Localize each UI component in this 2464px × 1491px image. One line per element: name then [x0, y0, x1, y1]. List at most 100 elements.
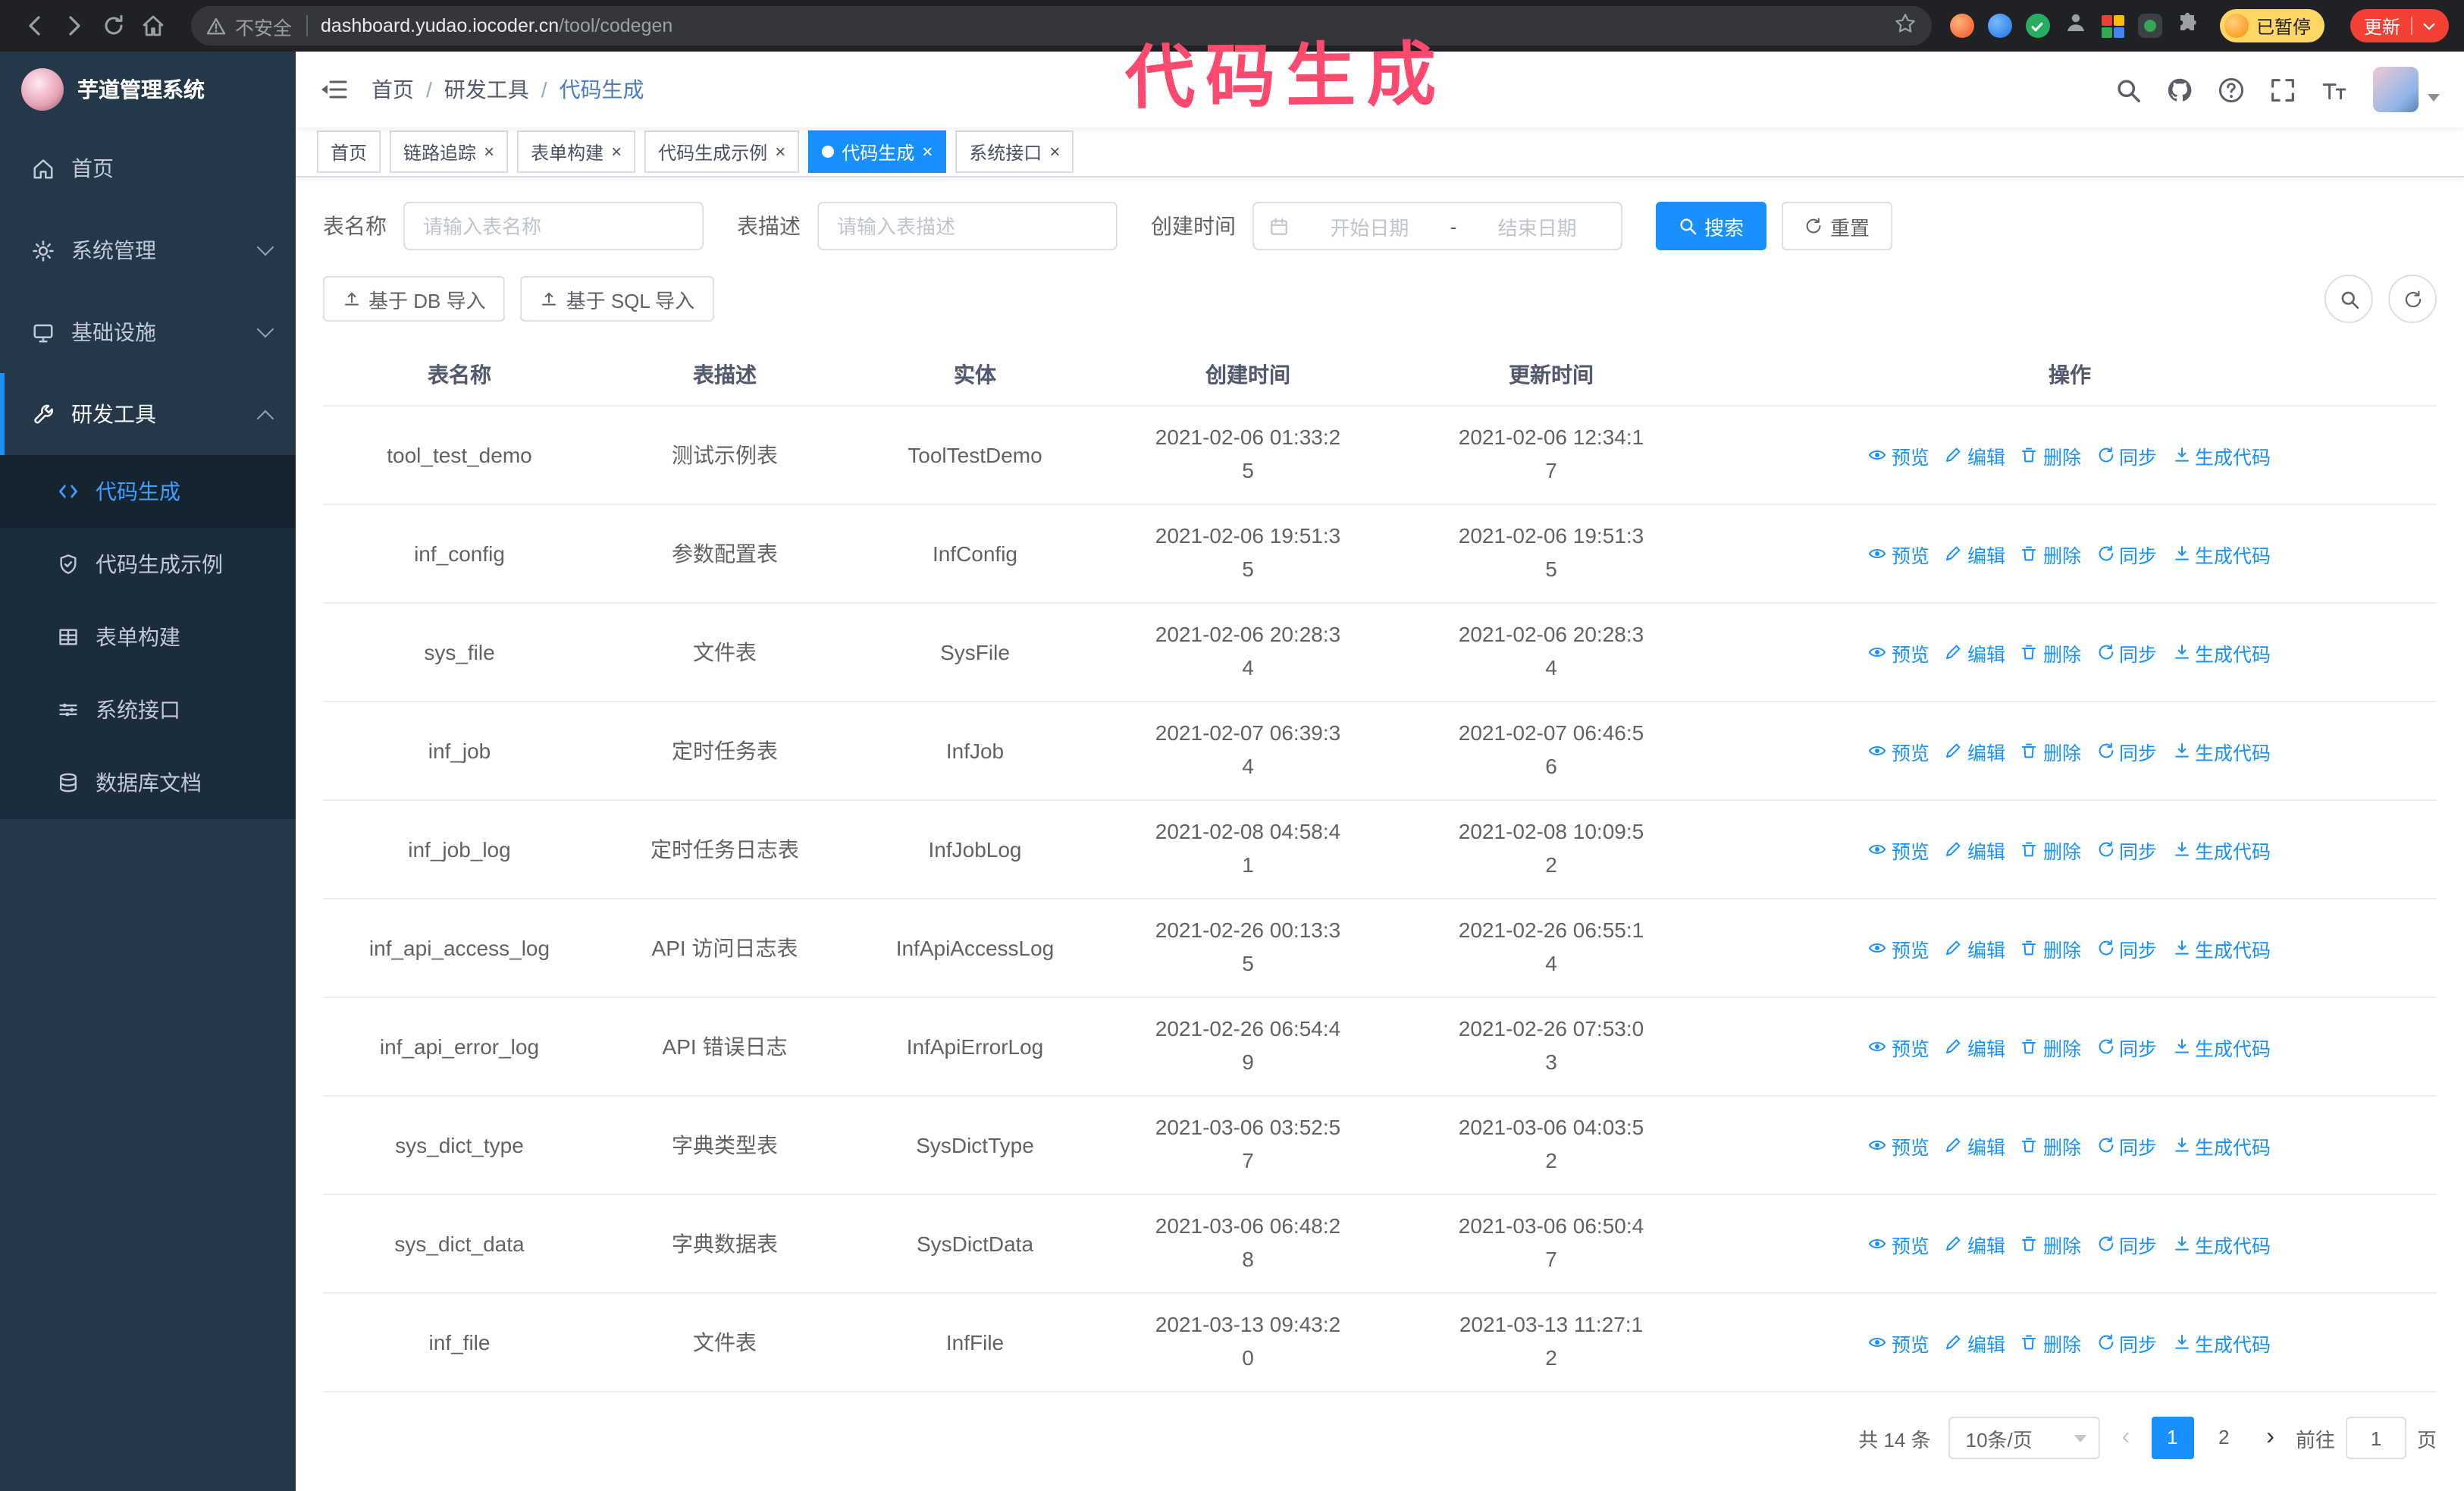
action-sync-link[interactable]: 同步	[2096, 1229, 2157, 1258]
extension-icon[interactable]	[1949, 14, 1974, 38]
action-sync-link[interactable]: 同步	[2096, 835, 2157, 864]
action-edit-link[interactable]: 编辑	[1945, 1229, 2005, 1258]
action-edit-link[interactable]: 编辑	[1945, 638, 2005, 667]
action-delete-link[interactable]: 删除	[2020, 1229, 2081, 1258]
tab-代码生成[interactable]: 代码生成 ×	[808, 130, 947, 173]
action-delete-link[interactable]: 删除	[2020, 1032, 2081, 1061]
action-edit-link[interactable]: 编辑	[1945, 1131, 2005, 1160]
extension-icon[interactable]	[1987, 14, 2012, 38]
action-sync-link[interactable]: 同步	[2096, 638, 2157, 667]
search-icon[interactable]	[2115, 77, 2141, 102]
action-download-link[interactable]: 生成代码	[2172, 638, 2271, 667]
browser-forward-icon[interactable]	[55, 6, 94, 46]
action-edit-link[interactable]: 编辑	[1945, 539, 2005, 568]
close-tab-icon[interactable]: ×	[1049, 143, 1060, 161]
action-eye-link[interactable]: 预览	[1869, 1328, 1930, 1357]
font-size-icon[interactable]	[2321, 77, 2347, 102]
refresh-table-button[interactable]	[2388, 275, 2437, 323]
extension-icon[interactable]	[2137, 14, 2162, 38]
action-download-link[interactable]: 生成代码	[2172, 1131, 2271, 1160]
breadcrumb-home[interactable]: 首页	[371, 74, 414, 105]
page-2[interactable]: 2	[2202, 1417, 2245, 1459]
action-edit-link[interactable]: 编辑	[1945, 934, 2005, 962]
action-sync-link[interactable]: 同步	[2096, 1328, 2157, 1357]
browser-home-icon[interactable]	[133, 6, 173, 46]
goto-page-input[interactable]	[2345, 1417, 2406, 1459]
close-tab-icon[interactable]: ×	[611, 143, 622, 161]
table-desc-input[interactable]	[817, 202, 1118, 250]
action-eye-link[interactable]: 预览	[1869, 835, 1930, 864]
action-delete-link[interactable]: 删除	[2020, 835, 2081, 864]
action-download-link[interactable]: 生成代码	[2172, 736, 2271, 765]
action-delete-link[interactable]: 删除	[2020, 638, 2081, 667]
fullscreen-icon[interactable]	[2270, 77, 2296, 102]
page-1[interactable]: 1	[2151, 1417, 2194, 1459]
action-sync-link[interactable]: 同步	[2096, 441, 2157, 469]
action-delete-link[interactable]: 删除	[2020, 934, 2081, 962]
action-sync-link[interactable]: 同步	[2096, 934, 2157, 962]
close-tab-icon[interactable]: ×	[484, 143, 494, 161]
action-download-link[interactable]: 生成代码	[2172, 1229, 2271, 1258]
action-eye-link[interactable]: 预览	[1869, 1229, 1930, 1258]
action-delete-link[interactable]: 删除	[2020, 736, 2081, 765]
action-edit-link[interactable]: 编辑	[1945, 835, 2005, 864]
close-tab-icon[interactable]: ×	[922, 143, 933, 161]
address-bar[interactable]: 不安全 dashboard.yudao.iocoder.cn/tool/code…	[191, 6, 1932, 46]
user-avatar-menu[interactable]	[2373, 67, 2440, 112]
action-sync-link[interactable]: 同步	[2096, 736, 2157, 765]
chrome-update-button[interactable]: 更新	[2350, 9, 2449, 42]
sidebar-item-infra[interactable]: 基础设施	[0, 291, 296, 373]
sidebar-item-codegen-example[interactable]: 代码生成示例	[0, 528, 296, 601]
tab-链路追踪[interactable]: 链路追踪 ×	[390, 130, 509, 173]
table-name-input[interactable]	[403, 202, 704, 250]
action-download-link[interactable]: 生成代码	[2172, 441, 2271, 469]
action-eye-link[interactable]: 预览	[1869, 638, 1930, 667]
action-delete-link[interactable]: 删除	[2020, 539, 2081, 568]
sidebar-item-db-docs[interactable]: 数据库文档	[0, 746, 296, 819]
sidebar-item-home[interactable]: 首页	[0, 127, 296, 209]
tab-代码生成示例[interactable]: 代码生成示例 ×	[644, 130, 800, 173]
github-icon[interactable]	[2167, 77, 2193, 102]
prev-page-button[interactable]: ‹	[2119, 1424, 2133, 1452]
action-delete-link[interactable]: 删除	[2020, 441, 2081, 469]
action-edit-link[interactable]: 编辑	[1945, 1328, 2005, 1357]
action-eye-link[interactable]: 预览	[1869, 1131, 1930, 1160]
action-download-link[interactable]: 生成代码	[2172, 1328, 2271, 1357]
action-sync-link[interactable]: 同步	[2096, 1131, 2157, 1160]
action-eye-link[interactable]: 预览	[1869, 736, 1930, 765]
action-download-link[interactable]: 生成代码	[2172, 835, 2271, 864]
sidebar-logo[interactable]: 芋道管理系统	[0, 52, 296, 127]
import-db-button[interactable]: 基于 DB 导入	[323, 276, 506, 322]
toggle-search-button[interactable]	[2324, 275, 2373, 323]
sidebar-item-system-api[interactable]: 系统接口	[0, 673, 296, 746]
action-edit-link[interactable]: 编辑	[1945, 441, 2005, 469]
sidebar-item-devtools[interactable]: 研发工具	[0, 373, 296, 455]
tab-系统接口[interactable]: 系统接口 ×	[955, 130, 1074, 173]
action-eye-link[interactable]: 预览	[1869, 441, 1930, 469]
extension-grid-icon[interactable]	[2101, 14, 2124, 37]
action-sync-link[interactable]: 同步	[2096, 539, 2157, 568]
action-download-link[interactable]: 生成代码	[2172, 1032, 2271, 1061]
import-sql-button[interactable]: 基于 SQL 导入	[520, 276, 715, 322]
search-button[interactable]: 搜索	[1656, 202, 1767, 250]
action-download-link[interactable]: 生成代码	[2172, 934, 2271, 962]
browser-back-icon[interactable]	[15, 6, 55, 46]
extension-check-icon[interactable]	[2025, 14, 2050, 38]
action-download-link[interactable]: 生成代码	[2172, 539, 2271, 568]
help-icon[interactable]	[2218, 77, 2244, 102]
action-eye-link[interactable]: 预览	[1869, 1032, 1930, 1061]
reset-button[interactable]: 重置	[1782, 202, 1893, 250]
breadcrumb-devtools[interactable]: 研发工具	[444, 74, 529, 105]
action-sync-link[interactable]: 同步	[2096, 1032, 2157, 1061]
extension-people-icon[interactable]	[2064, 10, 2088, 42]
close-tab-icon[interactable]: ×	[775, 143, 785, 161]
tab-首页[interactable]: 首页	[317, 130, 381, 173]
page-size-select[interactable]: 10条/页	[1948, 1417, 2101, 1459]
action-eye-link[interactable]: 预览	[1869, 934, 1930, 962]
action-edit-link[interactable]: 编辑	[1945, 1032, 2005, 1061]
profile-paused-badge[interactable]: 已暂停	[2219, 9, 2324, 42]
next-page-button[interactable]: ›	[2263, 1424, 2277, 1452]
action-eye-link[interactable]: 预览	[1869, 539, 1930, 568]
extensions-puzzle-icon[interactable]	[2176, 10, 2200, 42]
browser-reload-icon[interactable]	[94, 6, 133, 46]
